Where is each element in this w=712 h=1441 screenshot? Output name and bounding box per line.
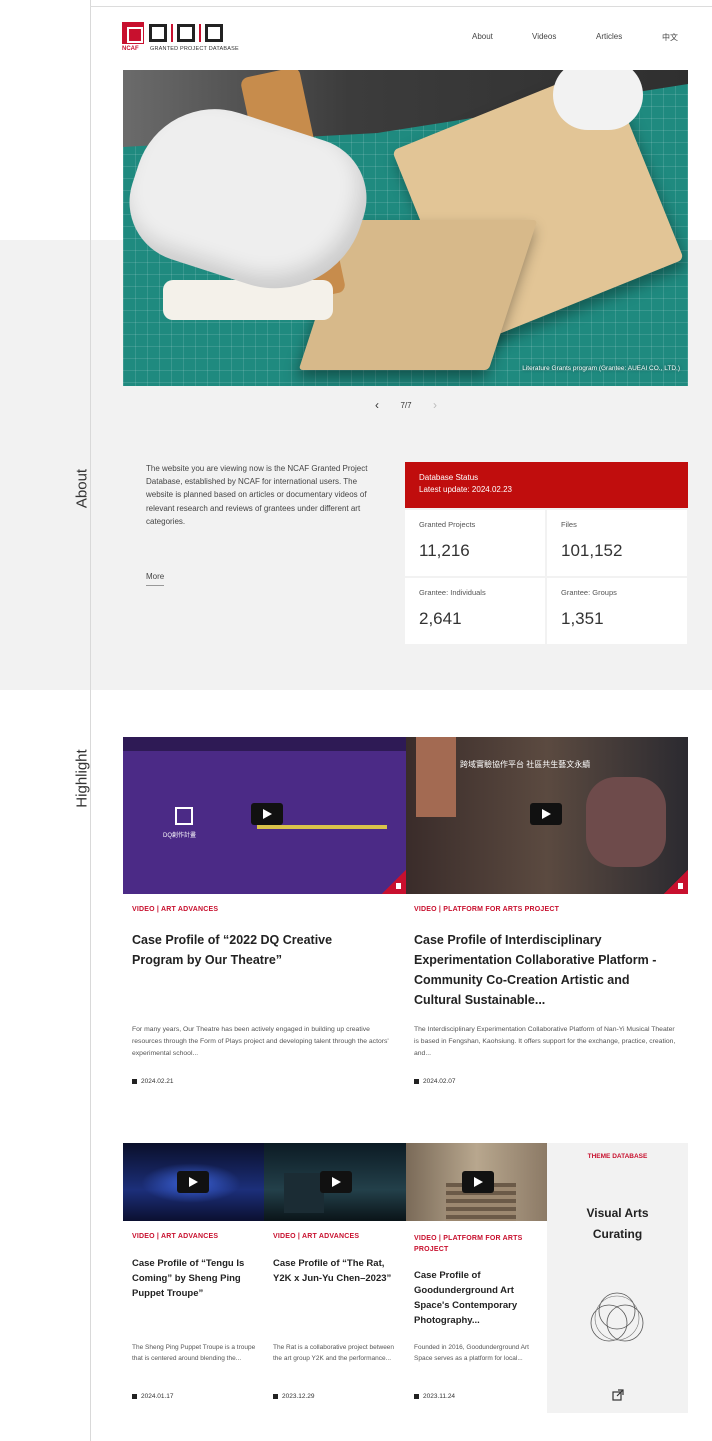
card-date: 2023.11.24 bbox=[414, 1393, 455, 1400]
stat-grantee-groups: Grantee: Groups 1,351 bbox=[547, 578, 687, 644]
calendar-icon bbox=[414, 1394, 419, 1399]
thumbnail-highlight-line bbox=[257, 825, 387, 829]
card-date-text: 2024.02.21 bbox=[141, 1078, 174, 1085]
play-icon[interactable] bbox=[177, 1171, 209, 1193]
card-date: 2024.02.21 bbox=[132, 1078, 174, 1085]
video-thumbnail[interactable] bbox=[264, 1143, 406, 1221]
hero-slideshow[interactable]: Literature Grants program (Grantee: AUEA… bbox=[123, 70, 688, 386]
hero-brush-bristles bbox=[163, 280, 333, 320]
featured-thumbnail[interactable]: 跨域實驗協作平台 社區共生藝文永續 bbox=[406, 737, 688, 894]
logo-glyphs bbox=[149, 22, 223, 44]
logo-ncaf-text: NCAF bbox=[122, 46, 139, 52]
thumbnail-text: DQ創作計畫 bbox=[163, 833, 197, 839]
prev-slide-icon[interactable]: ‹ bbox=[375, 398, 379, 412]
card-description: The Rat is a collaborative project betwe… bbox=[273, 1344, 395, 1362]
card-date: 2024.02.07 bbox=[414, 1078, 456, 1085]
thumbnail-scene bbox=[416, 737, 456, 817]
hero-glove bbox=[553, 70, 643, 130]
stat-value: 1,351 bbox=[561, 609, 604, 628]
video-thumbnail[interactable] bbox=[123, 1143, 264, 1221]
calendar-icon bbox=[414, 1079, 419, 1084]
card-title[interactable]: Case Profile of Interdisciplinary Experi… bbox=[414, 930, 674, 1010]
external-link-icon[interactable] bbox=[612, 1389, 624, 1401]
next-slide-icon[interactable]: › bbox=[433, 398, 437, 412]
theme-tag: THEME DATABASE bbox=[587, 1153, 648, 1160]
card-date-text: 2023.11.24 bbox=[423, 1393, 456, 1400]
card-description: For many years, Our Theatre has been act… bbox=[132, 1026, 389, 1057]
stat-label: Files bbox=[561, 520, 577, 529]
about-more-link[interactable]: More bbox=[146, 572, 165, 586]
card-description: The Interdisciplinary Experimentation Co… bbox=[414, 1026, 676, 1057]
card-date-text: 2024.01.17 bbox=[141, 1393, 174, 1400]
dq-logo-icon bbox=[175, 807, 193, 825]
nav-articles[interactable]: Articles bbox=[596, 32, 622, 41]
hero-caption: Literature Grants program (Grantee: AUEA… bbox=[522, 365, 680, 372]
calendar-icon bbox=[132, 1079, 137, 1084]
stat-grantee-individuals: Grantee: Individuals 2,641 bbox=[405, 578, 545, 644]
card-date-text: 2024.02.07 bbox=[423, 1078, 456, 1085]
card-category[interactable]: VIDEO | ART ADVANCES bbox=[273, 1233, 399, 1240]
about-description: The website you are viewing now is the N… bbox=[146, 464, 368, 526]
stat-label: Grantee: Groups bbox=[561, 588, 617, 597]
stat-granted-projects: Granted Projects 11,216 bbox=[405, 510, 545, 576]
nav-language[interactable]: 中文 bbox=[662, 32, 678, 43]
card-description: The Sheng Ping Puppet Troupe is a troupe… bbox=[132, 1344, 256, 1362]
database-update-date: Latest update: 2024.02.23 bbox=[419, 485, 512, 494]
thumbnail-scene bbox=[284, 1173, 324, 1213]
play-icon[interactable] bbox=[320, 1171, 352, 1193]
logo-seal-icon bbox=[122, 22, 144, 44]
section-label-about: About bbox=[73, 468, 91, 509]
video-thumbnail[interactable] bbox=[406, 1143, 547, 1221]
card-title[interactable]: Case Profile of “Tengu Is Coming” by She… bbox=[132, 1256, 258, 1301]
card-category[interactable]: VIDEO | ART ADVANCES bbox=[132, 906, 218, 913]
card-date: 2024.01.17 bbox=[132, 1393, 174, 1400]
thumbnail-text: 跨域實驗協作平台 社區共生藝文永續 bbox=[460, 760, 591, 769]
play-icon[interactable] bbox=[251, 803, 283, 825]
hero-pager: ‹ 7/7 › bbox=[375, 398, 437, 412]
theme-circles-icon bbox=[590, 1292, 644, 1342]
section-label-highlight: Highlight bbox=[73, 749, 91, 808]
calendar-icon bbox=[273, 1394, 278, 1399]
card-date: 2023.12.29 bbox=[273, 1393, 315, 1400]
card-description: Founded in 2016, Goodunderground Art Spa… bbox=[414, 1344, 529, 1362]
nav-about[interactable]: About bbox=[472, 32, 493, 41]
calendar-icon bbox=[132, 1394, 137, 1399]
nav-videos[interactable]: Videos bbox=[532, 32, 556, 41]
left-rail-divider bbox=[90, 0, 91, 1441]
stat-label: Grantee: Individuals bbox=[419, 588, 486, 597]
play-icon[interactable] bbox=[462, 1171, 494, 1193]
card-category[interactable]: VIDEO | ART ADVANCES bbox=[132, 1233, 256, 1240]
site-logo[interactable]: NCAF GRANTED PROJECT DATABASE bbox=[122, 22, 252, 54]
database-status-title: Database Status bbox=[419, 473, 479, 482]
theme-title[interactable]: Visual Arts Curating bbox=[567, 1203, 668, 1245]
bookmark-icon[interactable] bbox=[382, 870, 406, 894]
card-title[interactable]: Case Profile of “2022 DQ Creative Progra… bbox=[132, 930, 382, 970]
card-title[interactable]: Case Profile of “The Rat, Y2K x Jun-Yu C… bbox=[273, 1256, 399, 1286]
top-border bbox=[90, 6, 712, 7]
stat-value: 11,216 bbox=[419, 541, 470, 560]
card-category[interactable]: VIDEO | PLATFORM FOR ARTS PROJECT bbox=[414, 906, 559, 913]
thumbnail-scene bbox=[586, 777, 666, 867]
logo-subtitle: GRANTED PROJECT DATABASE bbox=[150, 46, 239, 52]
stat-files: Files 101,152 bbox=[547, 510, 687, 576]
theme-database-card[interactable]: THEME DATABASE Visual Arts Curating bbox=[547, 1143, 688, 1413]
card-date-text: 2023.12.29 bbox=[282, 1393, 315, 1400]
stat-label: Granted Projects bbox=[419, 520, 476, 529]
card-category[interactable]: VIDEO | PLATFORM FOR ARTS PROJECT bbox=[414, 1233, 542, 1255]
slide-counter: 7/7 bbox=[400, 400, 412, 410]
featured-thumbnail[interactable]: DQ創作計畫 bbox=[123, 737, 406, 894]
play-icon[interactable] bbox=[530, 803, 562, 825]
stat-value: 2,641 bbox=[419, 609, 462, 628]
stat-value: 101,152 bbox=[561, 541, 623, 560]
bookmark-icon[interactable] bbox=[664, 870, 688, 894]
card-title[interactable]: Case Profile of Goodunderground Art Spac… bbox=[414, 1268, 540, 1328]
thumbnail-topbar bbox=[123, 737, 406, 751]
database-status-header: Database Status Latest update: 2024.02.2… bbox=[405, 462, 688, 508]
